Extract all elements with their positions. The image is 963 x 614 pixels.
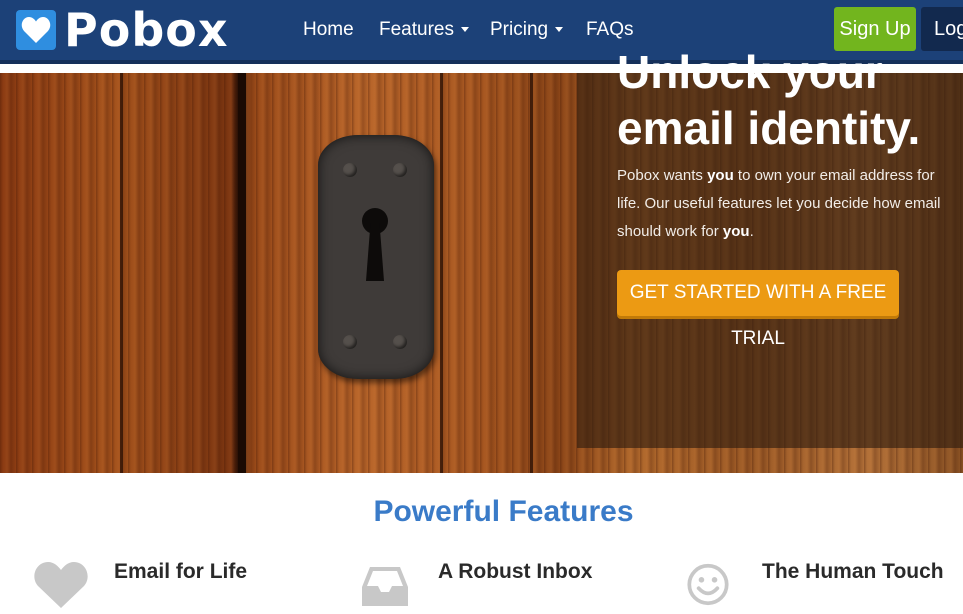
nav-features[interactable]: Features (379, 18, 469, 42)
brand-name[interactable]: Pobox (64, 2, 229, 58)
hero-description: Pobox wants you to own your email addres… (617, 162, 947, 246)
feature-title: Email for Life (114, 560, 248, 583)
hero-title: Unlock your email identity. (617, 44, 957, 156)
feature-title: The Human Touch (762, 560, 944, 583)
smiley-icon (685, 563, 731, 611)
plank-gap (120, 73, 123, 473)
free-trial-button[interactable]: GET STARTED WITH A FREE TRIAL (617, 270, 899, 349)
rivet (393, 335, 407, 349)
inbox-icon (362, 567, 408, 611)
feature-description-clipped (762, 596, 942, 606)
feature-description-clipped (438, 596, 638, 606)
nav-pricing-label: Pricing (490, 19, 549, 40)
rivet (343, 163, 357, 177)
nav-home[interactable]: Home (303, 18, 354, 42)
hero-body-emphasis: you (722, 223, 750, 240)
section-title: Powerful Features (373, 495, 634, 528)
nav-features-label: Features (379, 19, 454, 40)
caret-down-icon (460, 27, 469, 33)
heart-icon (33, 561, 89, 614)
feature-title: A Robust Inbox (438, 560, 593, 583)
feature-description-clipped (114, 596, 234, 606)
hero-title-line2: email identity. (617, 102, 921, 154)
nav-home-label: Home (303, 19, 354, 40)
rivet (393, 163, 407, 177)
hero-body-part3: . (749, 223, 754, 240)
caret-down-icon (555, 27, 564, 33)
nav-pricing[interactable]: Pricing (490, 18, 564, 42)
plank-gap (530, 73, 533, 473)
nav-faqs-label: FAQs (586, 19, 634, 40)
logo-heart-icon[interactable] (16, 10, 56, 50)
hero-body-emphasis: you (707, 167, 734, 184)
rivet (343, 335, 357, 349)
hero-body-part1: Pobox wants (617, 167, 708, 184)
plank-gap (238, 73, 246, 473)
plank-gap (440, 73, 443, 473)
hero-title-line1: Unlock your (617, 46, 883, 98)
nav-faqs[interactable]: FAQs (586, 18, 634, 42)
